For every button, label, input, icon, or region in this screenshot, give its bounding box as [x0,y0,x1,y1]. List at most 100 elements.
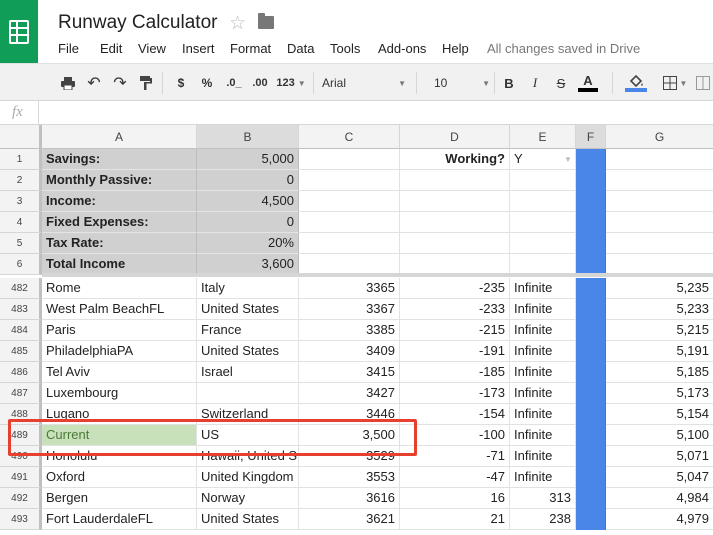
cell-g[interactable] [606,233,713,254]
cell-d[interactable] [400,191,510,212]
column-header-g[interactable]: G [606,125,713,149]
cell-a[interactable]: Rome [42,278,197,299]
cell-g[interactable]: 5,233 [606,299,713,320]
cell-a[interactable]: PhiladelphiaPA [42,341,197,362]
cell-b[interactable]: Norway [197,488,299,509]
dropdown-arrow-icon[interactable]: ▼ [564,155,572,164]
menu-help[interactable]: Help [442,41,482,57]
cell-d[interactable]: -100 [400,425,510,446]
cell-f[interactable] [576,509,606,530]
cell-e[interactable]: Infinite [510,425,576,446]
column-header-a[interactable]: A [42,125,197,149]
cell-e[interactable]: Infinite [510,299,576,320]
cell-d[interactable] [400,233,510,254]
cell-b[interactable]: United States [197,341,299,362]
cell-d[interactable] [400,254,510,275]
cell-f[interactable] [576,446,606,467]
cell-c[interactable] [299,191,400,212]
cell-b[interactable]: United States [197,299,299,320]
cell-f[interactable] [576,254,606,275]
cell-c[interactable]: 3,500 [299,425,400,446]
row-header[interactable]: 4 [0,212,42,233]
cell-b[interactable]: United States [197,509,299,530]
cell-g[interactable]: 5,071 [606,446,713,467]
cell-b[interactable]: Italy [197,278,299,299]
menu-edit[interactable]: Edit [100,41,138,57]
row-header[interactable]: 488 [0,404,42,425]
cell-a[interactable]: Lugano [42,404,197,425]
cell-b[interactable]: Israel [197,362,299,383]
font-family-select[interactable]: Arial ▼ [322,72,406,94]
more-formats-button[interactable]: 123 ▼ [274,72,308,94]
cell-c[interactable]: 3415 [299,362,400,383]
row-header[interactable]: 2 [0,170,42,191]
redo-icon[interactable]: ↷ [110,72,130,94]
row-header[interactable]: 491 [0,467,42,488]
cell-a[interactable]: Total Income [42,254,197,275]
percent-format-button[interactable]: % [198,72,216,94]
cell-d[interactable] [400,212,510,233]
currency-format-button[interactable]: $ [172,72,190,94]
cell-b[interactable]: Hawaii, United S [197,446,299,467]
cell-d[interactable]: 21 [400,509,510,530]
cell-g[interactable]: 5,047 [606,467,713,488]
cell-f[interactable] [576,299,606,320]
font-size-select[interactable]: 10 ▼ [434,72,490,94]
formula-input[interactable] [46,104,706,122]
cell-a[interactable]: Paris [42,320,197,341]
row-header[interactable]: 1 [0,149,42,170]
cell-g[interactable]: 5,235 [606,278,713,299]
text-color-button[interactable]: A [574,72,602,94]
cell-e[interactable]: 238 [510,509,576,530]
row-header[interactable]: 485 [0,341,42,362]
column-header-e[interactable]: E [510,125,576,149]
menu-file[interactable]: File [58,41,100,57]
cell-d[interactable]: 16 [400,488,510,509]
cell-c[interactable] [299,254,400,275]
menu-data[interactable]: Data [287,41,330,57]
cell-f[interactable] [576,383,606,404]
cell-a[interactable]: Income: [42,191,197,212]
cell-f[interactable] [576,170,606,191]
column-header-d[interactable]: D [400,125,510,149]
row-header[interactable]: 486 [0,362,42,383]
cell-f[interactable] [576,467,606,488]
cell-e[interactable]: 313 [510,488,576,509]
cell-f[interactable] [576,233,606,254]
cell-b[interactable] [197,383,299,404]
cell-c[interactable]: 3409 [299,341,400,362]
cell-c[interactable] [299,170,400,191]
cell-a[interactable]: Tax Rate: [42,233,197,254]
cell-e[interactable]: Infinite [510,383,576,404]
cell-c[interactable]: 3365 [299,278,400,299]
cell-c[interactable]: 3427 [299,383,400,404]
cell-e[interactable]: Infinite [510,362,576,383]
merge-cells-icon[interactable] [694,72,712,94]
print-icon[interactable] [58,72,78,94]
menu-format[interactable]: Format [230,41,287,57]
cell-d[interactable]: -191 [400,341,510,362]
borders-button[interactable]: ▼ [660,72,690,94]
cell-g[interactable] [606,212,713,233]
cell-a[interactable]: Bergen [42,488,197,509]
cell-b[interactable]: United Kingdom [197,467,299,488]
cell-a[interactable]: Fort LauderdaleFL [42,509,197,530]
cell-g[interactable] [606,149,713,170]
row-header[interactable]: 490 [0,446,42,467]
cell-a[interactable]: Honolulu [42,446,197,467]
cell-d[interactable]: -233 [400,299,510,320]
row-header[interactable]: 6 [0,254,42,275]
menu-tools[interactable]: Tools [330,41,378,57]
cell-e[interactable]: Infinite [510,404,576,425]
cell-b[interactable]: US [197,425,299,446]
cell-b[interactable]: 20% [197,233,299,254]
cell-a[interactable]: Luxembourg [42,383,197,404]
select-all-corner[interactable] [0,125,42,149]
cell-d[interactable]: Working? [400,149,510,170]
folder-icon[interactable] [258,13,274,29]
cell-f[interactable] [576,425,606,446]
decrease-decimal-button[interactable]: .0_ [222,72,246,94]
cell-g[interactable]: 5,154 [606,404,713,425]
cell-f[interactable] [576,212,606,233]
cell-f[interactable] [576,278,606,299]
